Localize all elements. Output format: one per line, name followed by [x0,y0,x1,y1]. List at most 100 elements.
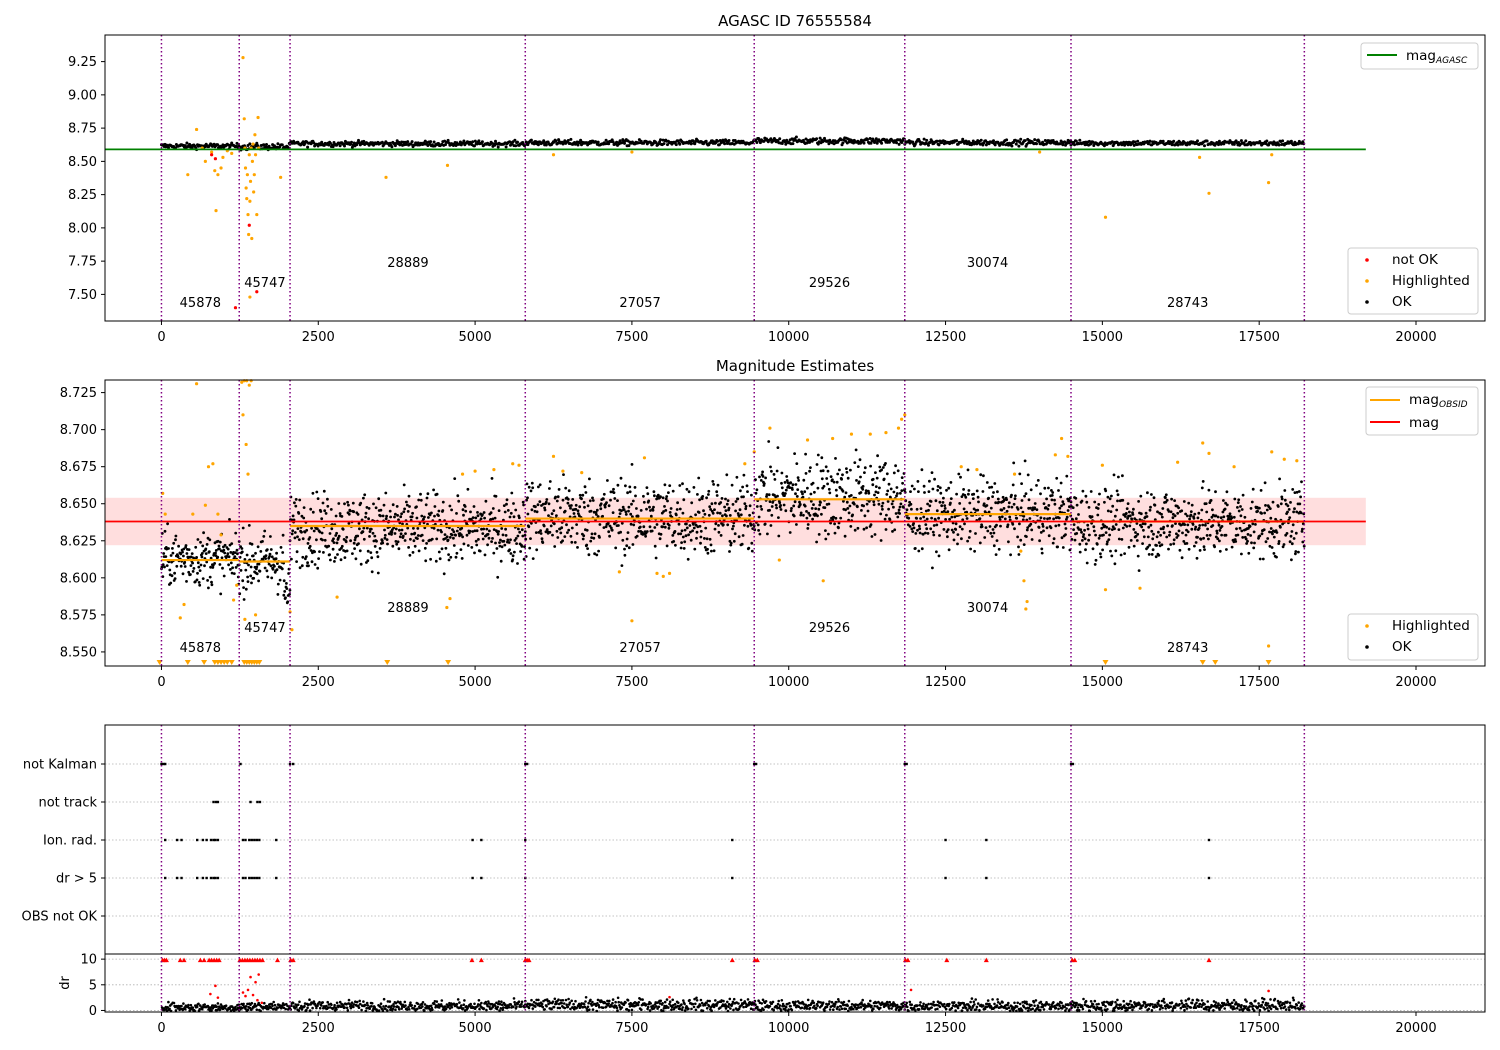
flag-point [524,838,527,842]
dr-ok-point [318,1006,322,1010]
ok-point [429,140,433,144]
ok-point [622,508,626,511]
ok-point [717,530,721,534]
legend2-highlighted-label: Highlighted [1392,618,1470,634]
ok-point [605,501,608,504]
ok-point [1042,502,1046,505]
dr-ok-point [588,1008,591,1011]
ok-point [539,532,543,535]
ok-point [586,504,590,508]
ok-point [367,507,371,510]
ok-point [567,489,571,493]
dr-ok-point [584,1000,587,1003]
ok-point [367,517,370,521]
ok-point [1060,536,1064,540]
highlighted-point [251,142,255,146]
magnitude-line-legend: magOBSID mag [1365,386,1479,436]
ok-point [795,523,798,526]
dr-ok-point [303,1004,306,1008]
ok-point [667,524,671,527]
ok-point [779,508,783,511]
ok-point [530,508,534,512]
ok-point [411,511,414,515]
ok-point [234,531,238,535]
ok-point [492,551,496,555]
x-tick-label: 12500 [925,675,966,690]
ok-point [363,493,367,497]
ok-point [932,524,936,527]
highlighted-point [206,465,211,469]
ok-point [424,559,428,563]
dr-ok-point [480,1001,483,1005]
ok-point [713,508,716,511]
ok-point [681,482,684,486]
ok-point [1012,461,1016,465]
ok-point [468,529,472,533]
ok-point [391,544,395,548]
ok-point [366,559,370,563]
ok-point [917,524,921,528]
ok-point [319,510,323,513]
ok-point [349,539,352,543]
ok-point [783,481,787,484]
ok-point [668,484,672,487]
ok-point [372,502,375,506]
dr-ok-point [366,1004,370,1007]
ok-point [1182,500,1186,503]
ok-point [362,537,366,541]
ok-point [1014,142,1018,146]
ok-point [694,513,697,517]
ok-point [955,139,959,143]
ok-point [645,486,649,489]
ok-point [571,498,575,501]
x-tick-label: 15000 [1082,675,1123,690]
ok-point [1220,533,1223,537]
ok-point [1083,528,1086,532]
ok-point [295,550,299,554]
legend-mag-obsid-subscript: OBSID [1439,400,1468,410]
ok-point [729,541,733,545]
ok-point [1194,525,1198,529]
ok-point [1094,558,1098,562]
ok-point [437,550,441,554]
ok-point [841,473,844,477]
ok-point [509,552,513,555]
ok-point [628,490,632,494]
ok-point [1026,473,1030,477]
dr-ok-point [182,1002,185,1005]
ok-point [1081,539,1084,542]
ok-point [368,535,371,538]
ok-point [1188,517,1191,521]
x-tick-label: 7500 [615,330,648,345]
ok-point [578,493,582,497]
ok-point [293,501,296,505]
dr-ok-point [189,1003,193,1007]
ok-point [653,494,656,498]
ok-point [1243,515,1247,519]
ok-point [910,484,914,488]
ok-point [255,565,259,569]
ok-point [588,499,592,503]
ok-point [483,553,487,557]
ok-point [1236,506,1239,509]
ok-point [455,551,459,555]
ok-point [1297,490,1301,493]
ok-point [269,564,273,568]
ok-point [968,529,972,533]
ok-point [564,486,568,490]
highlighted-point [768,426,772,430]
dr-ok-point [382,997,386,1001]
ok-point [197,581,201,584]
ok-point [403,507,406,511]
ok-point [1259,489,1263,492]
ok-point [918,527,922,531]
ok-point [896,469,900,473]
x-tick-label: 12500 [925,330,966,345]
ok-point [726,499,730,502]
ok-point [286,600,290,604]
ok-point [1078,542,1082,546]
ok-point [788,531,792,534]
ok-point [171,551,175,555]
ok-point [236,552,239,556]
dr-ok-point [553,997,557,1001]
